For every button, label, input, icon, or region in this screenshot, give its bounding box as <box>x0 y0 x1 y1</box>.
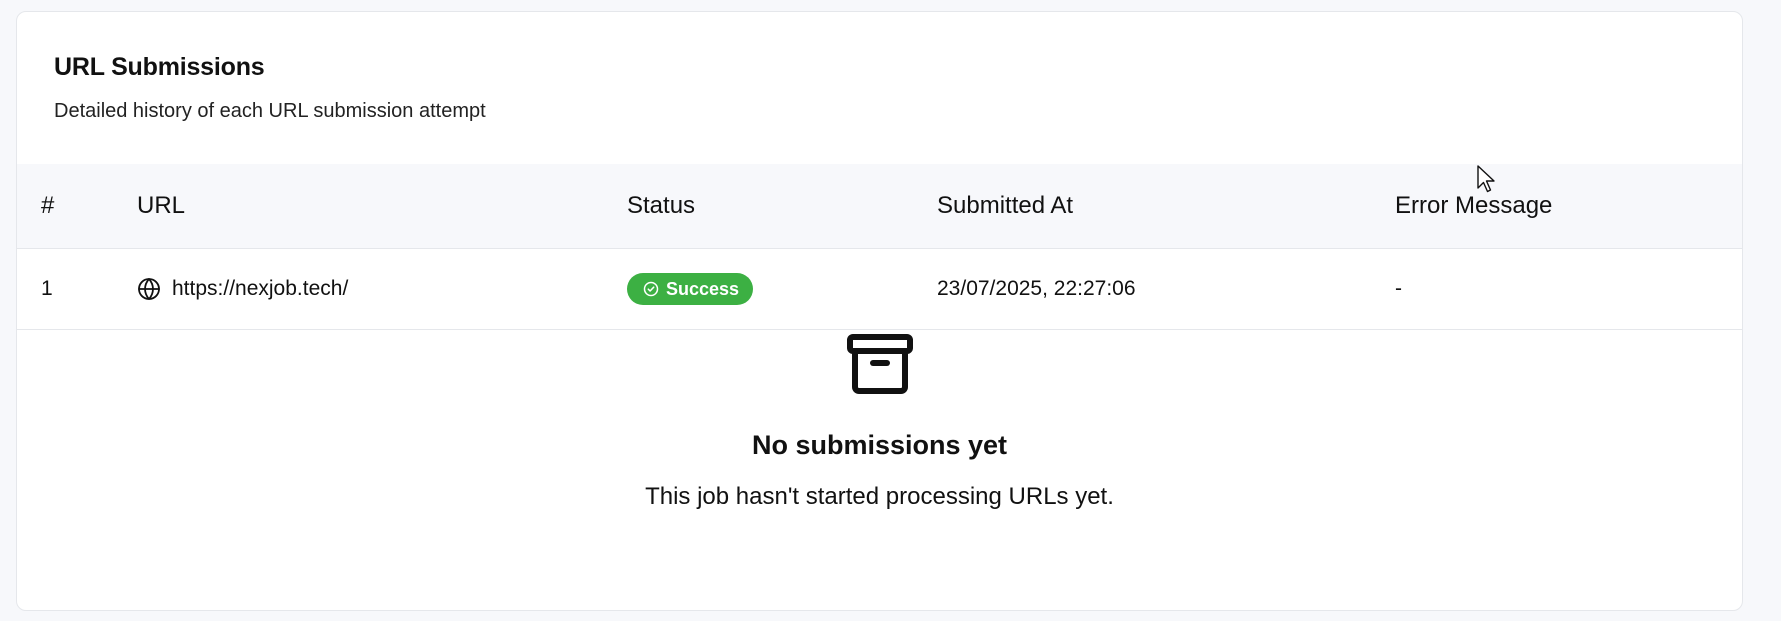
card-subtitle: Detailed history of each URL submission … <box>54 100 486 122</box>
row-status-cell: Success <box>627 249 754 329</box>
row-url-cell: https://nexjob.tech/ <box>137 249 348 329</box>
row-submitted-at: 23/07/2025, 22:27:06 <box>937 277 1136 300</box>
column-header-submitted-at: Submitted At <box>937 192 1074 219</box>
empty-state-text: This job hasn't started processing URLs … <box>645 483 1114 510</box>
column-header-url: URL <box>137 192 186 219</box>
empty-state-title: No submissions yet <box>751 430 1008 460</box>
column-header-error-message: Error Message <box>1395 192 1553 219</box>
globe-icon <box>138 278 160 300</box>
status-badge: Success <box>627 273 754 305</box>
card-header: URL Submissions Detailed history of each… <box>54 53 486 123</box>
status-badge-label: Success <box>666 278 740 299</box>
card-title: URL Submissions <box>54 53 265 81</box>
row-url[interactable]: https://nexjob.tech/ <box>172 277 348 301</box>
mouse-cursor-icon <box>1477 165 1495 193</box>
check-circle-icon <box>643 281 659 297</box>
column-header-index: # <box>41 192 55 219</box>
column-header-status: Status <box>627 192 696 219</box>
archive-icon <box>846 334 913 394</box>
empty-state: No submissions yet This job hasn't start… <box>17 332 1742 511</box>
row-error-message: - <box>1395 277 1402 300</box>
url-submissions-card: URL Submissions Detailed history of each… <box>16 11 1743 611</box>
table-row: 1 https://nexjob.tech/ Success 23/07/202… <box>17 249 1742 330</box>
row-index: 1 <box>41 277 53 300</box>
